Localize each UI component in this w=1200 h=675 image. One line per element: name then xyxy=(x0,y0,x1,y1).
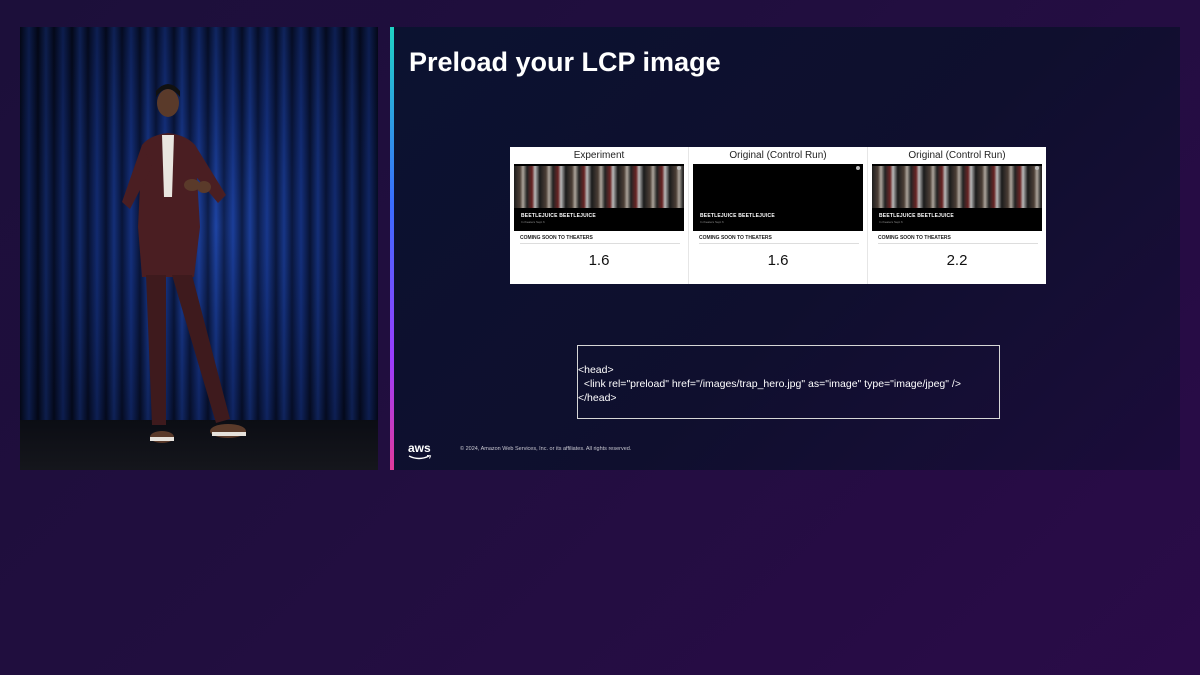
menu-icon xyxy=(856,166,860,170)
copyright-text: © 2024, Amazon Web Services, Inc. or its… xyxy=(460,446,632,452)
divider xyxy=(878,243,1038,244)
page-thumbnail: BEETLEJUICE BEETLEJUICE In theaters Sept… xyxy=(514,164,684,231)
thumbnail-caption: COMING SOON TO THEATERS xyxy=(520,235,593,241)
thumbnail-subtitle: In theaters Sept 6 xyxy=(700,220,724,224)
column-header: Original (Control Run) xyxy=(729,150,827,161)
speaker-video xyxy=(20,27,378,470)
thumbnail-title: BEETLEJUICE BEETLEJUICE xyxy=(700,213,775,219)
column-header: Experiment xyxy=(573,150,625,161)
code-line: <head> xyxy=(578,364,614,376)
hero-image xyxy=(514,166,684,208)
lcp-value: 1.6 xyxy=(588,252,610,269)
thumbnail-caption: COMING SOON TO THEATERS xyxy=(878,235,951,241)
code-line: </head> xyxy=(578,392,617,404)
divider xyxy=(520,243,680,244)
presenter-figure xyxy=(122,84,246,443)
thumbnail-subtitle: In theaters Sept 6 xyxy=(879,220,903,224)
menu-icon xyxy=(677,166,681,170)
thumbnail-title: BEETLEJUICE BEETLEJUICE xyxy=(879,213,954,219)
comparison-column-control-2: Original (Control Run) BEETLEJUICE BEETL… xyxy=(867,147,1046,284)
thumbnail-caption: COMING SOON TO THEATERS xyxy=(699,235,772,241)
comparison-column-experiment: Experiment BEETLEJUICE BEETLEJUICE In th… xyxy=(510,147,688,284)
comparison-column-control-1: Original (Control Run) BEETLEJUICE BEETL… xyxy=(688,147,867,284)
column-header: Original (Control Run) xyxy=(908,150,1006,161)
page-thumbnail: BEETLEJUICE BEETLEJUICE In theaters Sept… xyxy=(872,164,1042,231)
code-snippet: <head> <link rel="preload" href="/images… xyxy=(577,345,1000,419)
code-line: <link rel="preload" href="/images/trap_h… xyxy=(578,378,961,390)
page-thumbnail: BEETLEJUICE BEETLEJUICE In theaters Sept… xyxy=(693,164,863,231)
slide-accent-bar xyxy=(390,27,394,470)
lcp-value: 1.6 xyxy=(767,252,789,269)
thumbnail-subtitle: In theaters Sept 6 xyxy=(521,220,545,224)
thumbnail-title: BEETLEJUICE BEETLEJUICE xyxy=(521,213,596,219)
aws-smile-icon xyxy=(408,455,432,460)
filmstrip-comparison: Experiment BEETLEJUICE BEETLEJUICE In th… xyxy=(510,147,1046,284)
presentation-slide: Preload your LCP image Experiment BEETLE… xyxy=(390,27,1180,470)
divider xyxy=(699,243,859,244)
lcp-value: 2.2 xyxy=(946,252,968,269)
hero-image xyxy=(872,166,1042,208)
slide-title: Preload your LCP image xyxy=(409,47,721,77)
aws-logo: aws xyxy=(408,441,431,455)
menu-icon xyxy=(1035,166,1039,170)
